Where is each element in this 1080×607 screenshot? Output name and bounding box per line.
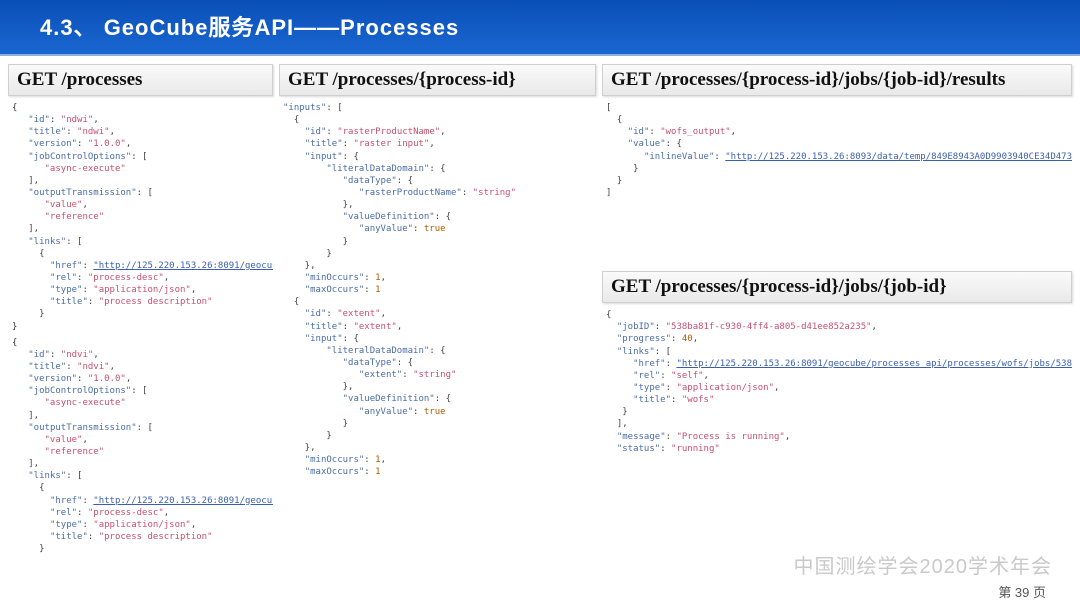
json-processes-ndvi: { "id": "ndvi", "title": "ndvi", "versio… [8, 335, 273, 558]
header-get-job: GET /processes/{process-id}/jobs/{job-id… [602, 271, 1072, 303]
header-get-process-id: GET /processes/{process-id} [279, 64, 596, 96]
slide-title: 4.3、 GeoCube服务API——Processes [0, 0, 1080, 56]
page-number: 第 39 页 [998, 582, 1046, 601]
header-get-processes: GET /processes [8, 64, 273, 96]
content-area: GET /processes { "id": "ndwi", "title": … [0, 56, 1080, 557]
json-processes-ndwi: { "id": "ndwi", "title": "ndwi", "versio… [8, 100, 273, 335]
json-process-detail: "inputs": [ { "id": "rasterProductName",… [279, 100, 596, 480]
json-results: [ { "id": "wofs_output", "value": { "inl… [602, 100, 1072, 201]
json-job: { "jobID": "538ba81f-c930-4ff4-a805-d41e… [602, 307, 1072, 457]
header-get-results: GET /processes/{process-id}/jobs/{job-id… [602, 64, 1072, 96]
